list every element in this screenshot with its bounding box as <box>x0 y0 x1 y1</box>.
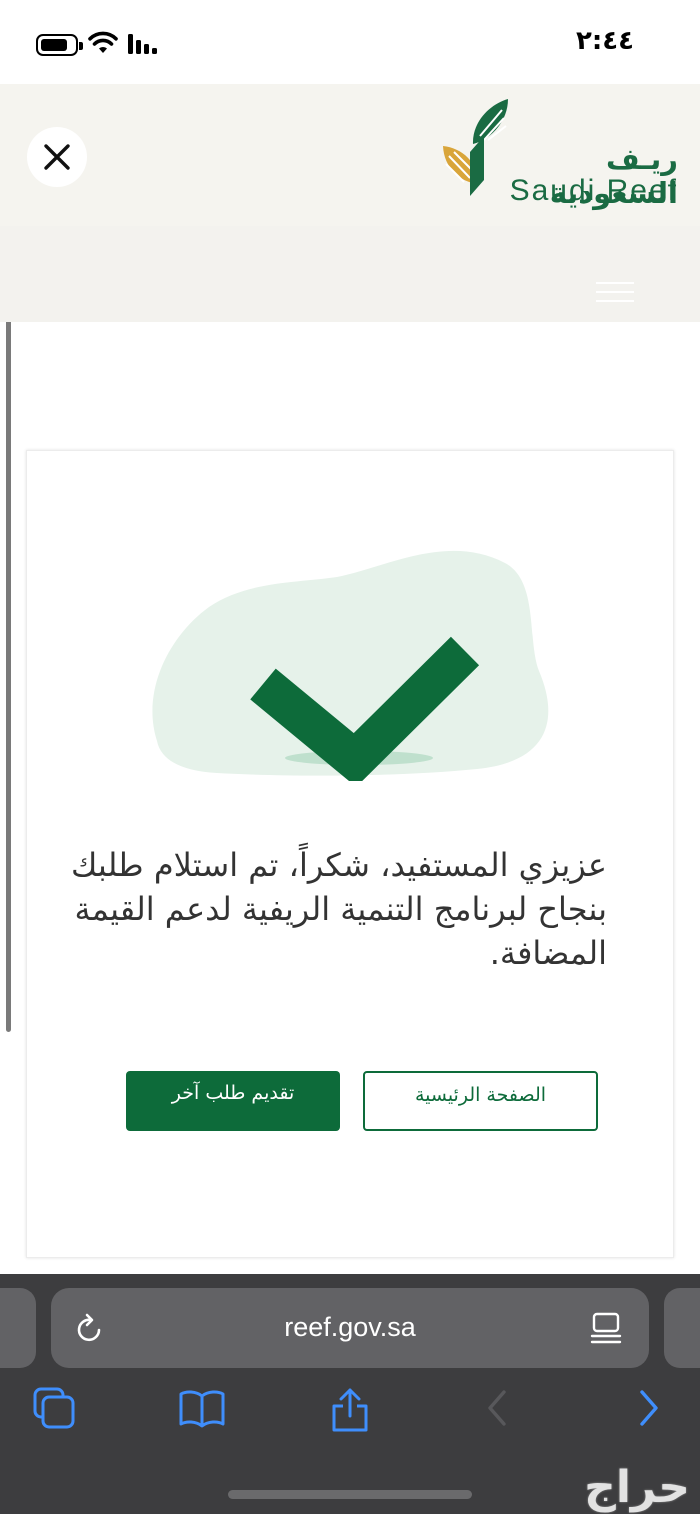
browser-bar: reef.gov.sa حراج <box>0 1274 700 1514</box>
nav-band <box>0 226 700 322</box>
previous-tab-peek[interactable] <box>0 1288 36 1368</box>
status-time: ٢:٤٤ <box>575 26 634 56</box>
signal-icon <box>128 34 157 54</box>
success-message: عزيزي المستفيد، شكراً، تم استلام طلبك بن… <box>70 846 607 972</box>
home-page-button[interactable]: الصفحة الرئيسية <box>363 1071 598 1131</box>
close-button[interactable] <box>27 127 87 187</box>
tabs-icon[interactable] <box>32 1386 76 1430</box>
success-illustration <box>152 550 549 781</box>
back-icon[interactable] <box>482 1386 512 1430</box>
logo-english-text: Saudi Reef <box>509 174 678 207</box>
submit-another-request-button[interactable]: تقديم طلب آخر <box>126 1071 340 1131</box>
reload-icon[interactable] <box>75 1312 105 1344</box>
bookmarks-icon[interactable] <box>178 1386 226 1430</box>
site-header: ريـف السعودية Saudi Reef <box>0 84 700 226</box>
page: ٢:٤٤ ريـف السعودية Saudi Reef عزيزي المس… <box>0 0 700 1514</box>
forward-icon[interactable] <box>634 1386 664 1430</box>
page-menu-icon[interactable] <box>589 1312 623 1344</box>
watermark: حراج <box>584 1462 690 1513</box>
hamburger-menu-icon[interactable] <box>596 282 634 306</box>
browser-toolbar <box>0 1386 700 1446</box>
url-text[interactable]: reef.gov.sa <box>151 1312 549 1343</box>
address-bar[interactable]: reef.gov.sa <box>51 1288 649 1368</box>
home-indicator[interactable] <box>228 1490 472 1499</box>
next-tab-peek[interactable] <box>664 1288 700 1368</box>
wifi-icon <box>88 31 118 53</box>
close-icon <box>44 144 70 170</box>
confirmation-card: عزيزي المستفيد، شكراً، تم استلام طلبك بن… <box>26 450 674 1258</box>
share-icon[interactable] <box>328 1386 372 1432</box>
status-bar: ٢:٤٤ <box>0 0 700 84</box>
battery-icon <box>36 34 83 56</box>
